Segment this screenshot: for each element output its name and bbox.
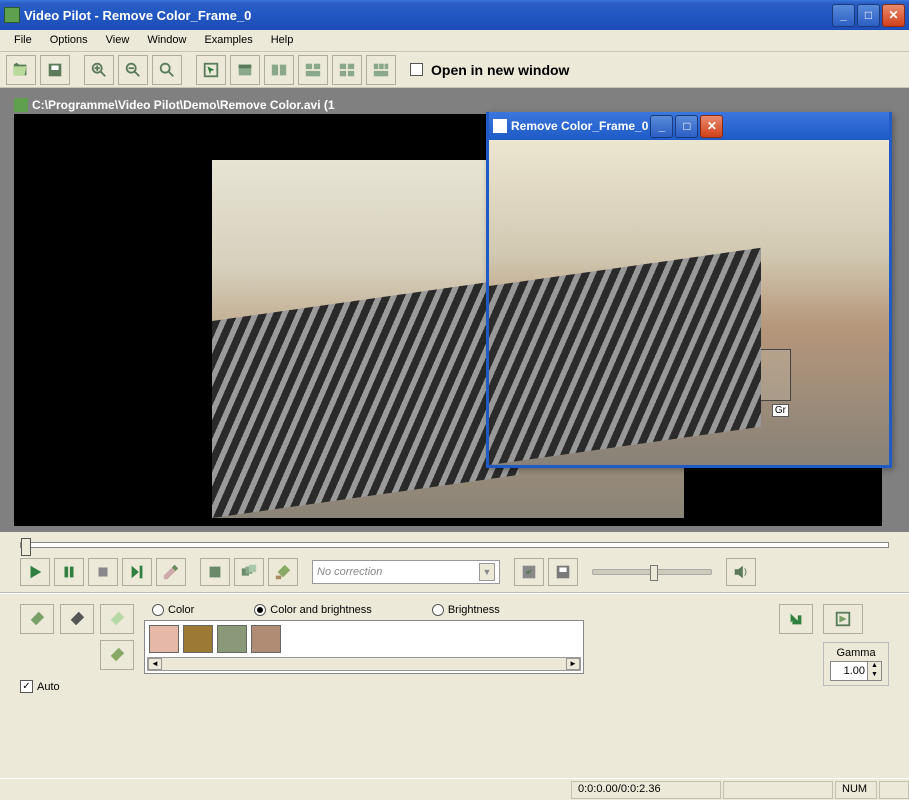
layout-1-button[interactable] [230, 55, 260, 85]
save-button[interactable] [40, 55, 70, 85]
timeline-row [0, 532, 909, 552]
brush-4-button[interactable] [100, 640, 134, 670]
child-maximize-button[interactable]: □ [675, 115, 698, 138]
right-controls [779, 604, 813, 693]
menu-bar: File Options View Window Examples Help [0, 30, 909, 52]
auto-checkbox-row: Auto [20, 680, 134, 693]
layout-2-button[interactable] [264, 55, 294, 85]
pause-button[interactable] [54, 558, 84, 586]
menu-options[interactable]: Options [42, 32, 96, 49]
app-icon [4, 7, 20, 23]
stop-button[interactable] [88, 558, 118, 586]
multi-frame-button[interactable] [234, 558, 264, 586]
gain-thumb[interactable] [650, 565, 658, 581]
scroll-left-icon[interactable]: ◄ [148, 658, 162, 670]
brush-tool-button[interactable] [268, 558, 298, 586]
gamma-down-icon[interactable]: ▼ [867, 671, 881, 680]
child-image[interactable]: Gr [489, 140, 889, 465]
zoom-fit-button[interactable] [152, 55, 182, 85]
pick-down-button[interactable] [779, 604, 813, 634]
main-title-bar: Video Pilot - Remove Color_Frame_0 _ □ ✕ [0, 0, 909, 30]
open-button[interactable] [6, 55, 36, 85]
correction-combo-text: No correction [317, 566, 382, 578]
status-grip [879, 781, 909, 799]
menu-window[interactable]: Window [139, 32, 194, 49]
window-title: Video Pilot - Remove Color_Frame_0 [24, 8, 251, 23]
minimize-button[interactable]: _ [832, 4, 855, 27]
document-path: C:\Programme\Video Pilot\Demo\Remove Col… [32, 98, 335, 112]
radio-color[interactable]: Color [152, 604, 194, 616]
main-toolbar: Open in new window [0, 52, 909, 88]
brush-column: Auto [20, 604, 134, 693]
save-frame-button[interactable] [548, 558, 578, 586]
swatch-box: ◄ ► [144, 620, 584, 674]
layout-4-button[interactable] [332, 55, 362, 85]
brush-1-button[interactable] [20, 604, 54, 634]
single-frame-button[interactable] [200, 558, 230, 586]
document-icon [14, 98, 28, 112]
zoom-out-button[interactable] [118, 55, 148, 85]
layout-3-button[interactable] [298, 55, 328, 85]
radio-brightness[interactable]: Brightness [432, 604, 500, 616]
layout-5-button[interactable] [366, 55, 396, 85]
gamma-up-icon[interactable]: ▲ [867, 662, 881, 671]
gamma-spinner[interactable]: ▲ ▼ [830, 661, 882, 681]
menu-view[interactable]: View [98, 32, 138, 49]
chevron-down-icon[interactable]: ▼ [479, 563, 495, 581]
correction-combo[interactable]: No correction ▼ [312, 560, 500, 584]
speaker-button[interactable] [726, 558, 756, 586]
step-button[interactable] [122, 558, 152, 586]
auto-label: Auto [37, 681, 60, 693]
status-num: NUM [835, 781, 877, 799]
gain-slider[interactable] [592, 569, 712, 575]
scroll-right-icon[interactable]: ► [566, 658, 580, 670]
eyedropper-button[interactable] [156, 558, 186, 586]
menu-help[interactable]: Help [263, 32, 302, 49]
swatch-1[interactable] [183, 625, 213, 653]
timeline-slider[interactable] [20, 542, 889, 548]
status-empty [723, 781, 833, 799]
swatch-3[interactable] [251, 625, 281, 653]
brush-2-button[interactable] [60, 604, 94, 634]
open-new-window-label: Open in new window [431, 62, 569, 78]
apply-button[interactable] [514, 558, 544, 586]
playback-controls: No correction ▼ [0, 552, 909, 593]
close-button[interactable]: ✕ [882, 4, 905, 27]
open-new-window-checkbox[interactable] [410, 63, 423, 76]
child-close-button[interactable]: ✕ [700, 115, 723, 138]
preview-button[interactable] [823, 604, 863, 634]
status-time: 0:0:0.00/0:0:2.36 [571, 781, 721, 799]
child-title-bar[interactable]: Remove Color_Frame_0 _ □ ✕ [489, 112, 889, 140]
selection-label: Gr [772, 404, 789, 417]
child-window[interactable]: Remove Color_Frame_0 _ □ ✕ Gr [486, 112, 892, 468]
gamma-label: Gamma [830, 647, 882, 659]
zoom-in-button[interactable] [84, 55, 114, 85]
auto-checkbox[interactable] [20, 680, 33, 693]
swatch-scrollbar[interactable]: ◄ ► [147, 657, 581, 671]
select-button[interactable] [196, 55, 226, 85]
maximize-button[interactable]: □ [857, 4, 880, 27]
gamma-box: Gamma ▲ ▼ [823, 642, 889, 686]
gamma-input[interactable] [831, 665, 867, 677]
menu-file[interactable]: File [6, 32, 40, 49]
play-button[interactable] [20, 558, 50, 586]
mode-group: Color Color and brightness Brightness ◄ … [144, 604, 769, 693]
selection-box[interactable] [739, 349, 791, 401]
bottom-panel: Auto Color Color and brightness Brightne… [0, 593, 909, 703]
child-minimize-button[interactable]: _ [650, 115, 673, 138]
child-icon [493, 119, 507, 133]
brush-3-button[interactable] [100, 604, 134, 634]
menu-examples[interactable]: Examples [196, 32, 260, 49]
status-bar: 0:0:0.00/0:0:2.36 NUM [0, 778, 909, 800]
swatch-2[interactable] [217, 625, 247, 653]
document-title-bar: C:\Programme\Video Pilot\Demo\Remove Col… [14, 98, 895, 112]
radio-color-brightness[interactable]: Color and brightness [254, 604, 372, 616]
timeline-thumb[interactable] [21, 538, 31, 556]
child-title: Remove Color_Frame_0 [511, 119, 648, 133]
swatch-0[interactable] [149, 625, 179, 653]
